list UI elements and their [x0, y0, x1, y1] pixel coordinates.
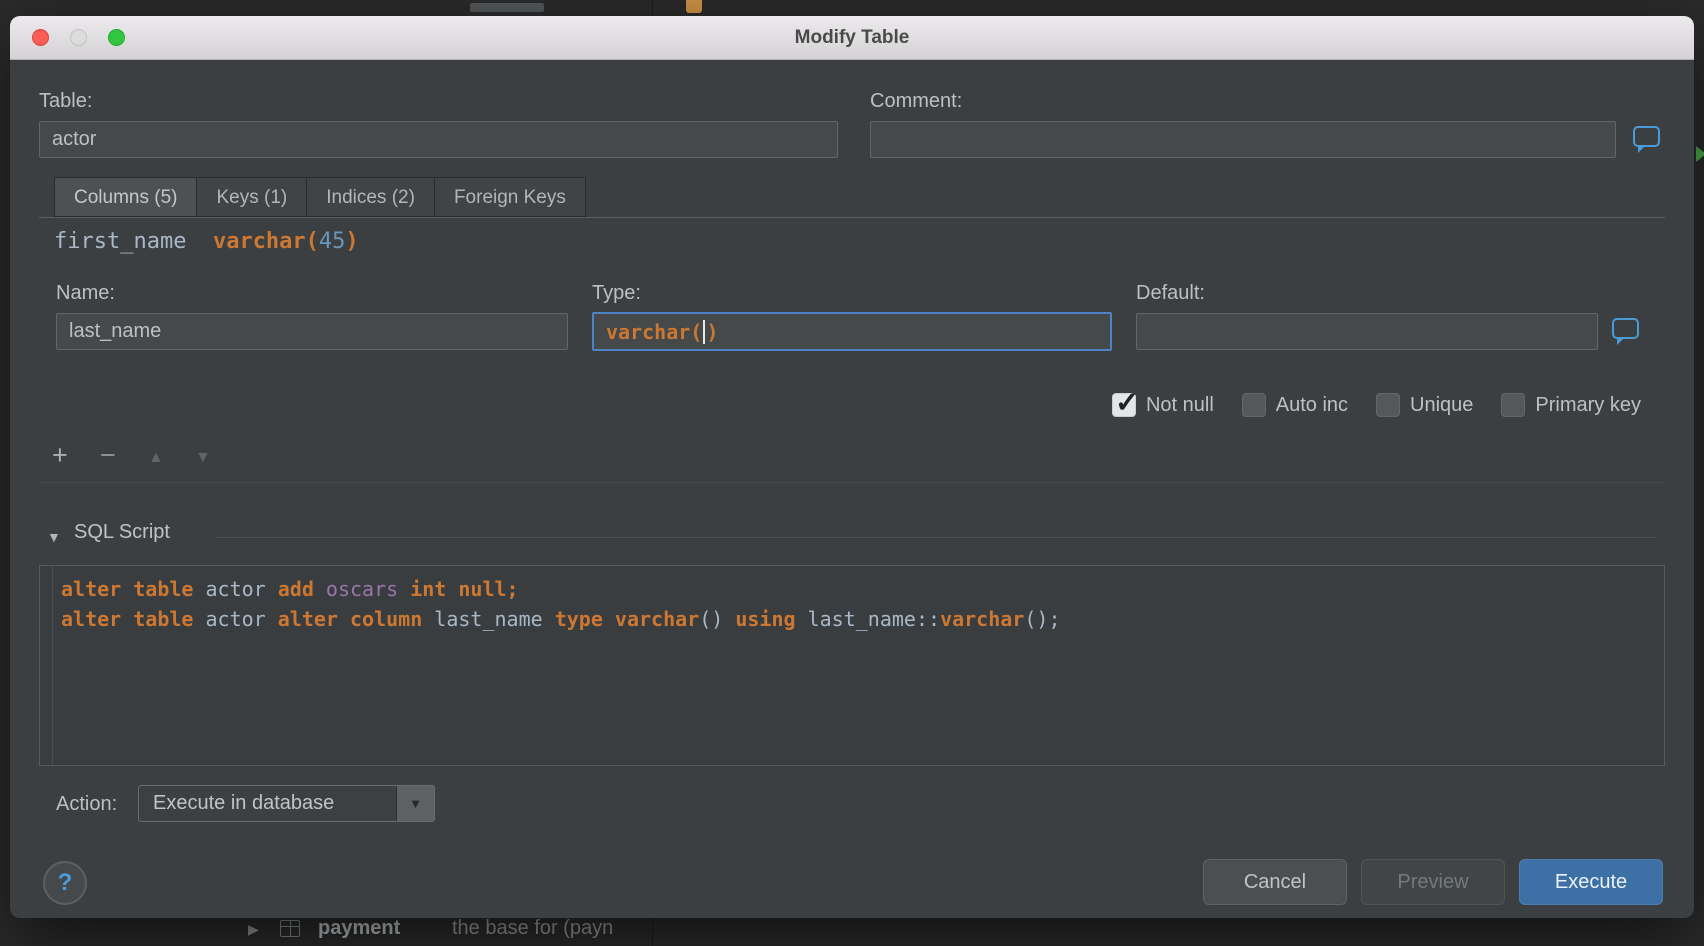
comment-label: Comment:: [870, 90, 962, 113]
checkbox-box[interactable]: [1376, 393, 1400, 417]
code-token: int: [410, 577, 446, 601]
titlebar[interactable]: Modify Table: [10, 16, 1694, 60]
code-token: 45: [319, 229, 346, 254]
tree-expander-icon[interactable]: ▶: [248, 921, 259, 938]
code-token: alter table: [61, 607, 193, 631]
code-token: last_name::: [796, 607, 941, 631]
column-summary[interactable]: first_name varchar(45): [54, 229, 359, 254]
code-token: actor: [193, 607, 277, 631]
code-token: first_name: [54, 229, 186, 254]
chevron-down-icon[interactable]: ▼: [396, 786, 434, 821]
background-panel-divider-top: [652, 0, 653, 16]
action-label: Action:: [56, 793, 117, 816]
column-flags: Not null Auto inc Unique Primary key: [1084, 393, 1641, 417]
text-caret: [703, 320, 705, 344]
table-comment-input[interactable]: [870, 121, 1616, 158]
column-default-input[interactable]: [1136, 313, 1598, 350]
default-comment-bubble-icon[interactable]: [1612, 318, 1639, 339]
sql-code: alter table actor add oscars int null;al…: [61, 574, 1060, 634]
code-token: ();: [1024, 607, 1060, 631]
tab-columns[interactable]: Columns (5): [54, 177, 197, 217]
type-value-before-caret: varchar(: [606, 320, 702, 344]
tree-item-comment: the base for (payn: [452, 917, 613, 940]
code-token: type: [555, 607, 603, 631]
cancel-button[interactable]: Cancel: [1203, 859, 1347, 905]
remove-column-button[interactable]: −: [100, 442, 116, 469]
add-column-button[interactable]: +: [52, 442, 68, 469]
code-token: using: [735, 607, 795, 631]
section-divider: [39, 482, 1665, 483]
code-token: actor: [193, 577, 277, 601]
checkbox-label: Auto inc: [1276, 394, 1348, 417]
modify-table-dialog: Modify Table Table: Comment: actor Colum…: [10, 16, 1694, 918]
tab-keys[interactable]: Keys (1): [196, 177, 307, 217]
code-token: [446, 577, 458, 601]
help-button[interactable]: ?: [43, 861, 87, 905]
code-token: ): [345, 229, 358, 254]
checkbox-label: Not null: [1146, 394, 1214, 417]
code-token: null;: [458, 577, 518, 601]
sql-line: alter table actor add oscars int null;: [61, 574, 1060, 604]
code-token: add: [278, 577, 314, 601]
tabs-divider: [39, 217, 1665, 218]
checkbox-label: Primary key: [1535, 394, 1641, 417]
code-token: last_name: [422, 607, 554, 631]
tab-indices[interactable]: Indices (2): [306, 177, 435, 217]
code-token: (): [699, 607, 735, 631]
execute-button[interactable]: Execute: [1519, 859, 1663, 905]
background-toolbar-icon: [686, 0, 702, 13]
close-window-button[interactable]: [32, 29, 49, 46]
code-token: [603, 607, 615, 631]
move-up-button[interactable]: ▲: [148, 450, 164, 466]
type-value-after-caret: ): [706, 320, 718, 344]
code-token: varchar: [615, 607, 699, 631]
comment-bubble-icon[interactable]: [1633, 126, 1660, 147]
sql-script-rule: [215, 537, 1655, 538]
column-type-input[interactable]: varchar( ): [592, 312, 1112, 351]
code-token: alter table: [61, 577, 193, 601]
tree-item-name: payment: [318, 917, 400, 940]
zoom-window-button[interactable]: [108, 29, 125, 46]
checkbox-primary-key[interactable]: Primary key: [1501, 393, 1641, 417]
code-token: alter column: [278, 607, 423, 631]
preview-button[interactable]: Preview: [1361, 859, 1505, 905]
sql-line: alter table actor alter column last_name…: [61, 604, 1060, 634]
dialog-title: Modify Table: [10, 16, 1694, 60]
action-dropdown[interactable]: Execute in database ▼: [138, 785, 435, 822]
code-token: oscars: [326, 577, 398, 601]
checkbox-unique[interactable]: Unique: [1376, 393, 1473, 417]
code-token: [398, 577, 410, 601]
checkbox-box[interactable]: [1501, 393, 1525, 417]
type-label: Type:: [592, 282, 641, 305]
checkbox-not-null[interactable]: Not null: [1112, 393, 1214, 417]
checkbox-label: Unique: [1410, 394, 1473, 417]
code-token: [186, 229, 213, 254]
table-name-input[interactable]: actor: [39, 121, 838, 158]
name-label: Name:: [56, 282, 115, 305]
sql-script-editor[interactable]: alter table actor add oscars int null;al…: [39, 565, 1665, 766]
action-dropdown-value: Execute in database: [139, 786, 396, 821]
column-name-input[interactable]: last_name: [56, 313, 568, 350]
checkbox-box[interactable]: [1112, 393, 1136, 417]
editor-tabs: Columns (5) Keys (1) Indices (2) Foreign…: [54, 177, 586, 217]
code-token: varchar(: [213, 229, 319, 254]
code-token: [314, 577, 326, 601]
minimize-window-button[interactable]: [70, 29, 87, 46]
background-cut-text: [470, 3, 544, 12]
checkbox-auto-inc[interactable]: Auto inc: [1242, 393, 1348, 417]
sql-script-title[interactable]: SQL Script: [74, 521, 170, 544]
checkbox-box[interactable]: [1242, 393, 1266, 417]
move-down-button[interactable]: ▼: [195, 450, 211, 466]
table-label: Table:: [39, 90, 92, 113]
tab-foreign-keys[interactable]: Foreign Keys: [434, 177, 586, 217]
collapse-triangle-icon[interactable]: ▼: [47, 529, 61, 545]
default-label: Default:: [1136, 282, 1205, 305]
table-icon: [280, 920, 300, 937]
background-run-icon: [1696, 146, 1704, 162]
code-token: varchar: [940, 607, 1024, 631]
